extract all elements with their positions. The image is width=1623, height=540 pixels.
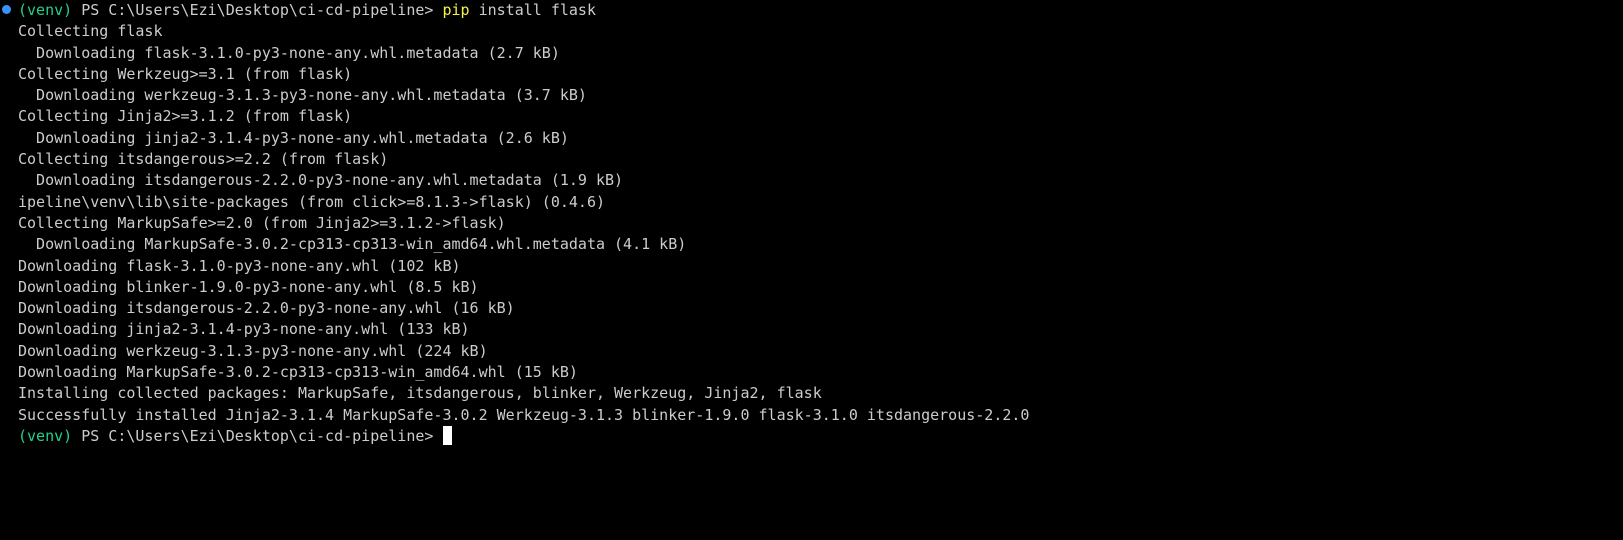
output-line: Downloading itsdangerous-2.2.0-py3-none-… xyxy=(18,171,624,190)
output-line: Collecting Werkzeug>=3.1 (from flask) xyxy=(18,64,353,83)
output-line: Collecting flask xyxy=(18,22,163,41)
output-line: Downloading werkzeug-3.1.3-py3-none-any.… xyxy=(18,86,587,105)
output-line: Downloading blinker-1.9.0-py3-none-any.w… xyxy=(18,277,479,296)
output-line: Downloading MarkupSafe-3.0.2-cp313-cp313… xyxy=(18,363,578,382)
prompt-path: PS C:\Users\Ezi\Desktop\ci-cd-pipeline> xyxy=(81,426,434,445)
output-line: Downloading itsdangerous-2.2.0-py3-none-… xyxy=(18,299,515,318)
output-line: Downloading MarkupSafe-3.0.2-cp313-cp313… xyxy=(18,235,687,254)
output-line: Installing collected packages: MarkupSaf… xyxy=(18,384,822,403)
output-line: Downloading flask-3.1.0-py3-none-any.whl… xyxy=(18,256,461,275)
output-line: Downloading flask-3.1.0-py3-none-any.whl… xyxy=(18,43,560,62)
venv-indicator: (venv) xyxy=(18,426,73,445)
prompt-path: PS C:\Users\Ezi\Desktop\ci-cd-pipeline> xyxy=(81,1,434,19)
output-line: Successfully installed Jinja2-3.1.4 Mark… xyxy=(18,405,1030,424)
output-line: Collecting Jinja2>=3.1.2 (from flask) xyxy=(18,107,353,126)
output-line: Downloading jinja2-3.1.4-py3-none-any.wh… xyxy=(18,128,569,147)
output-line: Downloading jinja2-3.1.4-py3-none-any.wh… xyxy=(18,320,470,339)
command-line: (venv) PS C:\Users\Ezi\Desktop\ci-cd-pip… xyxy=(18,0,1623,21)
venv-indicator: (venv) xyxy=(18,1,73,19)
command-name: pip xyxy=(442,1,470,19)
prompt-line[interactable]: (venv) PS C:\Users\Ezi\Desktop\ci-cd-pip… xyxy=(18,425,1623,447)
output-line: Downloading werkzeug-3.1.3-py3-none-any.… xyxy=(18,341,488,360)
output-line: ipeline\venv\lib\site-packages (from cli… xyxy=(18,192,605,211)
terminal-cursor[interactable] xyxy=(443,425,453,445)
command-decoration-icon[interactable] xyxy=(2,5,11,14)
output-line: Collecting MarkupSafe>=2.0 (from Jinja2>… xyxy=(18,213,506,232)
command-args: install flask xyxy=(478,1,596,19)
output-line: Collecting itsdangerous>=2.2 (from flask… xyxy=(18,150,389,169)
terminal-window[interactable]: (venv) PS C:\Users\Ezi\Desktop\ci-cd-pip… xyxy=(0,0,1623,540)
